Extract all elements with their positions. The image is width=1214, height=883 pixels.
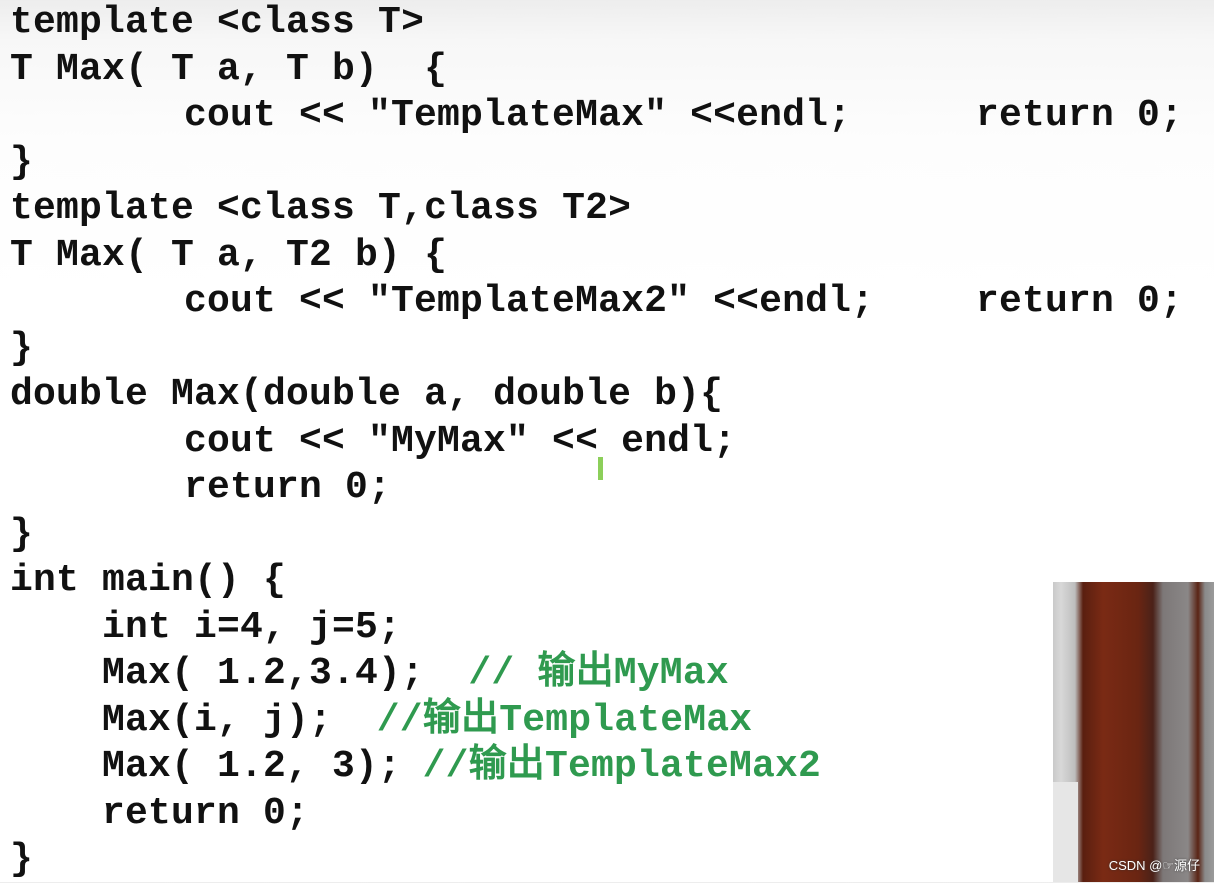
code-text: return 0; <box>102 792 310 835</box>
code-text: cout << "MyMax" << endl; <box>184 420 737 463</box>
watermark: CSDN @☞源仔 <box>1108 858 1200 873</box>
video-wall <box>1053 782 1078 882</box>
code-comment: //输出TemplateMax <box>376 699 753 742</box>
code-text: T Max( T a, T b) { <box>10 48 448 91</box>
code-text: Max( 1.2,3.4); <box>102 652 471 695</box>
code-text: } <box>10 141 34 184</box>
code-text: T Max( T a, T2 b) { <box>10 234 448 277</box>
code-text: } <box>10 327 34 370</box>
text-cursor <box>598 457 603 480</box>
code-comment: // 输出MyMax <box>468 652 729 695</box>
code-text: int i=4, j=5; <box>102 606 402 649</box>
code-comment: //输出TemplateMax2 <box>422 745 822 788</box>
webcam-video-overlay: CSDN @☞源仔 <box>1053 582 1214 882</box>
code-text: return 0; <box>184 466 392 509</box>
code-text: Max( 1.2, 3); <box>102 745 425 788</box>
code-text: cout << "TemplateMax2" <<endl; <box>184 280 875 323</box>
code-text: int main() { <box>10 559 287 602</box>
code-text: cout << "TemplateMax" <<endl; <box>184 94 852 137</box>
code-text: double Max(double a, double b){ <box>10 373 724 416</box>
code-text: } <box>10 838 34 881</box>
code-text: Max(i, j); <box>102 699 379 742</box>
code-text: template <class T> <box>10 1 425 44</box>
code-text: return 0; <box>976 280 1184 323</box>
code-text: return 0; <box>976 94 1184 137</box>
code-text: } <box>10 513 34 556</box>
code-text: template <class T,class T2> <box>10 187 632 230</box>
